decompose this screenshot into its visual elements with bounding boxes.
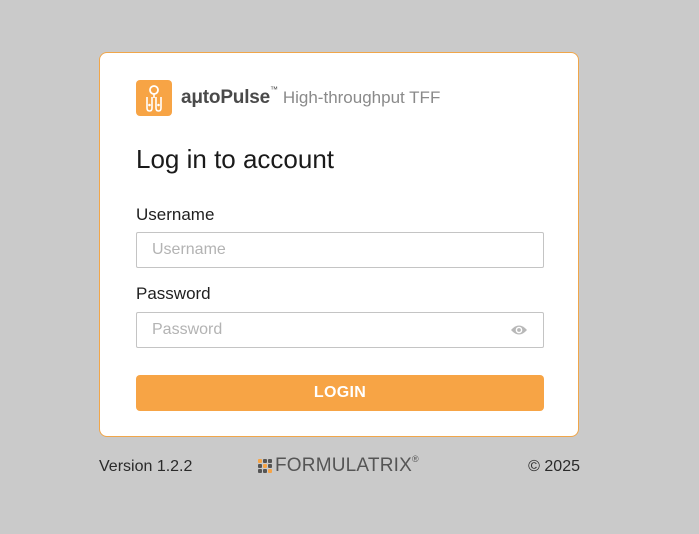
version-text: Version 1.2.2 — [99, 458, 193, 475]
autopulse-logo-icon — [136, 80, 172, 116]
username-input[interactable] — [137, 233, 543, 267]
page-title: Log in to account — [136, 144, 335, 174]
login-card: aμtoPulse™ High-throughput TFF Log in to… — [99, 52, 579, 437]
username-label: Username — [136, 205, 215, 224]
copyright-text: © 2025 — [528, 458, 580, 475]
username-field — [136, 232, 544, 268]
password-label: Password — [136, 284, 211, 303]
formulatrix-logo-icon — [258, 459, 272, 473]
brand-name: aμtoPulse™ — [181, 85, 278, 108]
login-button[interactable]: LOGIN — [136, 375, 544, 411]
company-name: FORMULATRIX® — [275, 453, 419, 476]
password-field — [136, 312, 544, 348]
brand-tagline: High-throughput TFF — [282, 88, 441, 107]
eye-icon[interactable] — [510, 323, 528, 337]
brand-header: aμtoPulse™ High-throughput TFF — [136, 80, 440, 116]
formulatrix-logo: FORMULATRIX® — [258, 453, 419, 476]
password-input[interactable] — [137, 313, 543, 347]
